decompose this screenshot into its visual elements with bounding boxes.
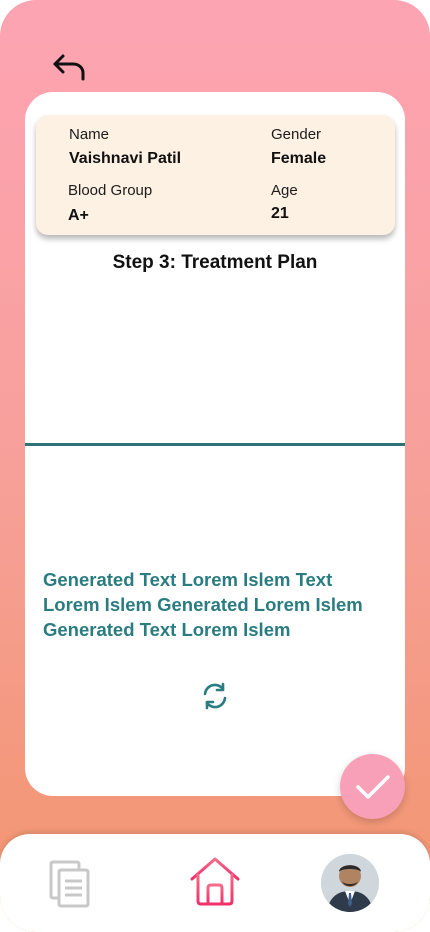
home-icon	[190, 857, 240, 906]
app-screen: Name Vaishnavi Patil Gender Female Blood…	[0, 0, 430, 932]
blood-group-value: A+	[68, 207, 89, 224]
age-label: Age	[271, 182, 298, 199]
refresh-button[interactable]	[199, 680, 231, 712]
age-value: 21	[271, 205, 289, 222]
avatar-photo	[321, 854, 379, 912]
treatment-card: Name Vaishnavi Patil Gender Female Blood…	[25, 92, 405, 796]
section-divider	[25, 443, 405, 446]
step-title: Step 3: Treatment Plan	[112, 252, 318, 273]
back-arrow-icon	[53, 54, 85, 81]
documents-icon	[49, 860, 90, 908]
nav-documents[interactable]	[46, 858, 94, 910]
name-label: Name	[69, 126, 110, 143]
confirm-button[interactable]	[340, 754, 405, 819]
bottom-navigation	[0, 834, 430, 932]
checkmark-icon	[355, 774, 390, 799]
gender-value: Female	[271, 150, 327, 167]
back-button[interactable]	[50, 50, 88, 84]
profile-avatar[interactable]	[321, 854, 379, 912]
generated-text: Generated Text Lorem Islem Text Lorem Is…	[43, 569, 363, 640]
gender-label: Gender	[271, 126, 322, 143]
patient-info-card: Name Vaishnavi Patil Gender Female Blood…	[36, 115, 395, 235]
blood-group-label: Blood Group	[68, 182, 153, 199]
nav-home[interactable]	[187, 854, 243, 910]
refresh-icon	[203, 682, 227, 710]
name-value: Vaishnavi Patil	[69, 150, 182, 167]
